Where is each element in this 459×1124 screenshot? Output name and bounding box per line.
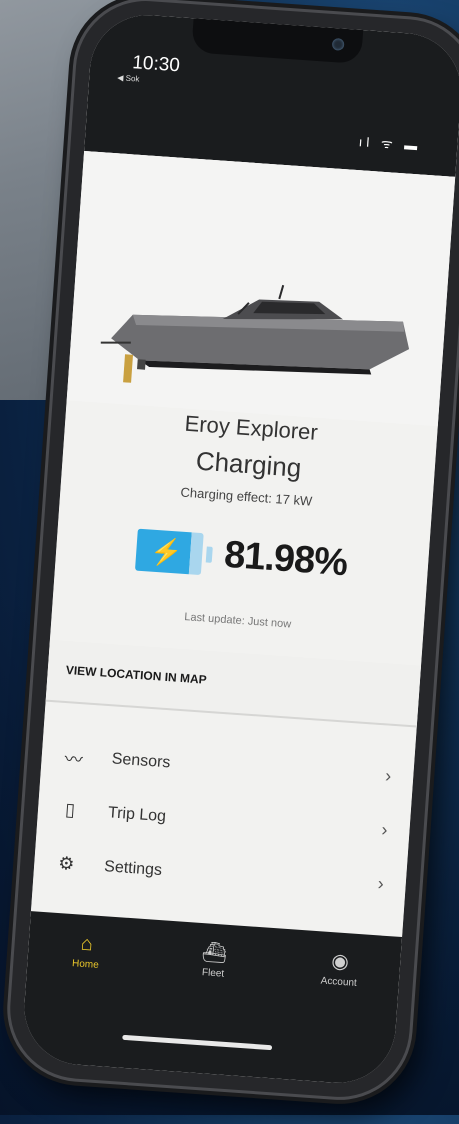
battery-icon: ⚡ — [135, 528, 213, 575]
home-icon: ⌂ — [79, 932, 94, 956]
view-location-in-map-button[interactable]: VIEW LOCATION IN MAP — [45, 639, 422, 728]
main-content: Eroy Explorer Charging Charging effect: … — [30, 150, 456, 938]
tab-label: Fleet — [201, 967, 225, 980]
boat-image — [66, 150, 456, 427]
map-icon: ▯ — [64, 799, 76, 820]
menu-item-label: Settings — [103, 858, 163, 880]
tab-label: Home — [71, 958, 100, 971]
chevron-right-icon: › — [380, 819, 389, 840]
tab-bar: ⌂ Home ⛴ Fleet ◉ Account — [20, 911, 403, 1087]
battery-tip — [205, 545, 213, 563]
notch — [191, 18, 364, 65]
phone-mockup: ◀ Sok 10:30 ıl ᯤ ▬ Eroy Explorer Chargin… — [4, 0, 459, 1124]
status-time: 10:30 — [131, 52, 181, 77]
chart-line-icon: 〰 — [63, 749, 84, 771]
phone-screen: ◀ Sok 10:30 ıl ᯤ ▬ Eroy Explorer Chargin… — [20, 11, 459, 1087]
phone-frame: ◀ Sok 10:30 ıl ᯤ ▬ Eroy Explorer Chargin… — [5, 0, 459, 1102]
battery-percent: 81.98% — [222, 533, 349, 585]
camera-icon — [331, 38, 345, 51]
last-update: Last update: Just now — [183, 611, 292, 631]
status-bar: ◀ Sok 10:30 ıl ᯤ ▬ — [84, 11, 459, 177]
back-to-app-link[interactable]: ◀ Sok — [117, 73, 140, 84]
chevron-right-icon: › — [384, 765, 392, 786]
tab-fleet[interactable]: ⛴ Fleet — [173, 939, 255, 981]
menu-item-label: Trip Log — [107, 804, 167, 826]
ship-icon: ⛴ — [201, 941, 228, 965]
account-icon: ◉ — [330, 950, 350, 974]
view-map-label: VIEW LOCATION IN MAP — [65, 662, 208, 687]
tab-label: Account — [320, 975, 358, 989]
gear-icon: ⚙ — [57, 852, 76, 874]
menu-item-label: Sensors — [111, 750, 171, 772]
tab-account[interactable]: ◉ Account — [298, 948, 380, 990]
boat-illustration — [100, 284, 410, 383]
menu-list: 〰 Sensors › ▯ Trip Log › ⚙ Settings › — [32, 730, 414, 918]
battery-readout: ⚡ 81.98% — [135, 528, 348, 586]
signal-wifi-battery-icon: ıl ᯤ ▬ — [358, 134, 422, 154]
battery-empty — [188, 531, 204, 575]
tab-home[interactable]: ⌂ Home — [45, 930, 127, 972]
home-indicator[interactable] — [122, 1034, 273, 1051]
lightning-icon: ⚡ — [149, 535, 184, 568]
chevron-right-icon: › — [377, 873, 385, 894]
